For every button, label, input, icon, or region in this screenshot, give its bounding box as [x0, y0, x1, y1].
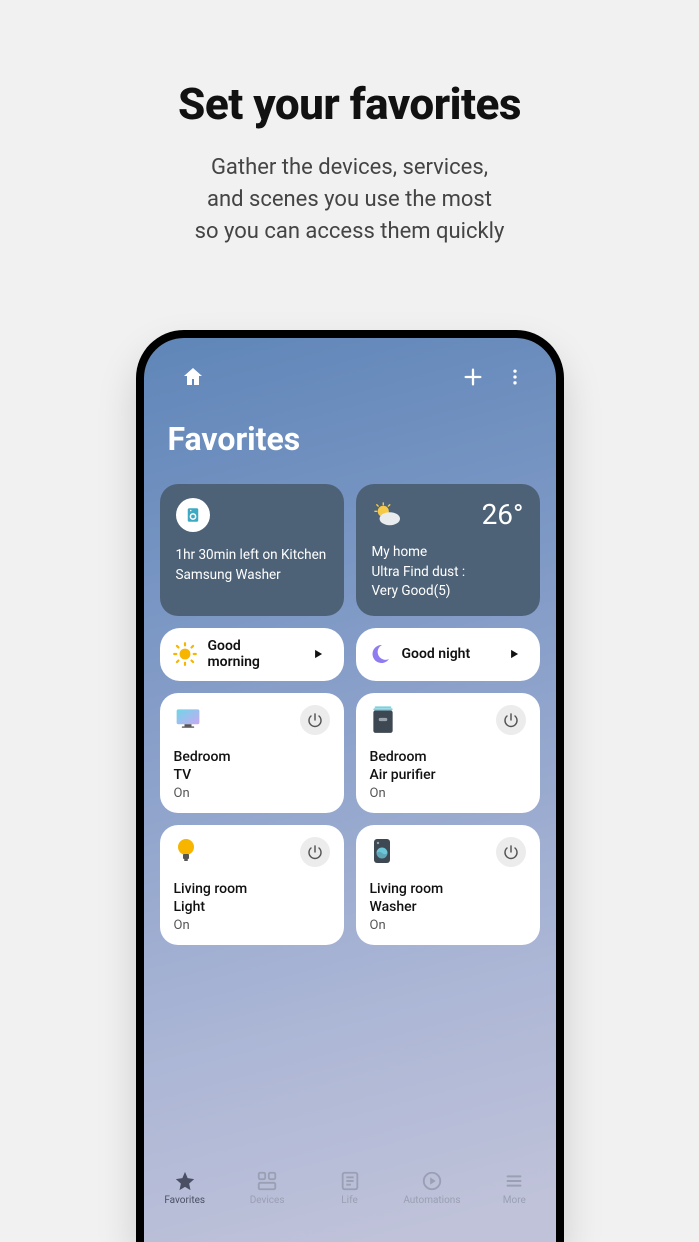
nav-favorites[interactable]: Favorites [144, 1170, 226, 1242]
device-type: Air purifier [370, 767, 436, 783]
device-room: Living room [370, 881, 444, 897]
play-button[interactable] [500, 640, 528, 668]
promo-title: Set your favorites [178, 78, 521, 130]
promo-sub-line3: so you can access them quickly [195, 219, 505, 244]
tv-icon [174, 705, 202, 733]
play-button[interactable] [304, 640, 332, 668]
scene-label: Good night [402, 646, 490, 663]
device-living-room-washer[interactable]: Living room Washer On [356, 825, 540, 945]
device-state: On [370, 786, 526, 801]
device-state: On [370, 918, 526, 933]
washer-status-card[interactable]: 1hr 30min left on Kitchen Samsung Washer [160, 484, 344, 616]
air-purifier-icon [370, 705, 396, 735]
scene-good-morning[interactable]: Good morning [160, 628, 344, 682]
device-room: Bedroom [174, 749, 231, 765]
scene-good-night[interactable]: Good night [356, 628, 540, 682]
device-type: Light [174, 899, 206, 915]
device-type: Washer [370, 899, 417, 915]
nav-label: Favorites [164, 1195, 205, 1206]
power-button[interactable] [300, 837, 330, 867]
weather-partly-cloudy-icon [372, 502, 402, 528]
device-room: Bedroom [370, 749, 427, 765]
weather-detail-line2: Very Good(5) [372, 582, 524, 602]
scene-label: Good morning [208, 638, 294, 672]
nav-automations[interactable]: Automations [391, 1170, 473, 1242]
weather-card[interactable]: 26° My home Ultra Find dust : Very Good(… [356, 484, 540, 616]
more-vert-icon[interactable] [498, 360, 532, 394]
power-button[interactable] [496, 837, 526, 867]
device-type: TV [174, 767, 192, 783]
washer-icon [370, 837, 394, 865]
washer-status-text: 1hr 30min left on Kitchen Samsung Washer [176, 546, 328, 585]
power-button[interactable] [300, 705, 330, 735]
nav-label: Life [341, 1195, 357, 1206]
weather-temp: 26° [482, 498, 524, 531]
weather-detail-line1: Ultra Find dust : [372, 563, 524, 583]
power-button[interactable] [496, 705, 526, 735]
phone-frame: Favorites 1hr 30min left on Kitchen Sams… [136, 330, 564, 1242]
promo-sub-line2: and scenes you use the most [207, 187, 492, 212]
add-button[interactable] [456, 360, 490, 394]
nav-label: More [503, 1195, 526, 1206]
bottom-nav: Favorites Devices Life Automations More [144, 1164, 556, 1242]
app-top-bar [144, 338, 556, 400]
device-state: On [174, 786, 330, 801]
device-living-room-light[interactable]: Living room Light On [160, 825, 344, 945]
nav-devices[interactable]: Devices [226, 1170, 308, 1242]
device-state: On [174, 918, 330, 933]
bulb-icon [174, 837, 198, 865]
device-bedroom-tv[interactable]: Bedroom TV On [160, 693, 344, 813]
moon-icon [368, 642, 392, 666]
device-room: Living room [174, 881, 248, 897]
page-title: Favorites [144, 400, 556, 474]
nav-more[interactable]: More [473, 1170, 555, 1242]
nav-label: Automations [403, 1195, 460, 1206]
home-icon[interactable] [176, 360, 210, 394]
nav-life[interactable]: Life [308, 1170, 390, 1242]
sun-icon [172, 641, 198, 667]
device-bedroom-air-purifier[interactable]: Bedroom Air purifier On [356, 693, 540, 813]
promo-subtitle: Gather the devices, services, and scenes… [195, 152, 505, 248]
nav-label: Devices [250, 1195, 285, 1206]
washer-icon [176, 498, 210, 532]
weather-location: My home [372, 543, 524, 563]
promo-sub-line1: Gather the devices, services, [211, 155, 488, 180]
